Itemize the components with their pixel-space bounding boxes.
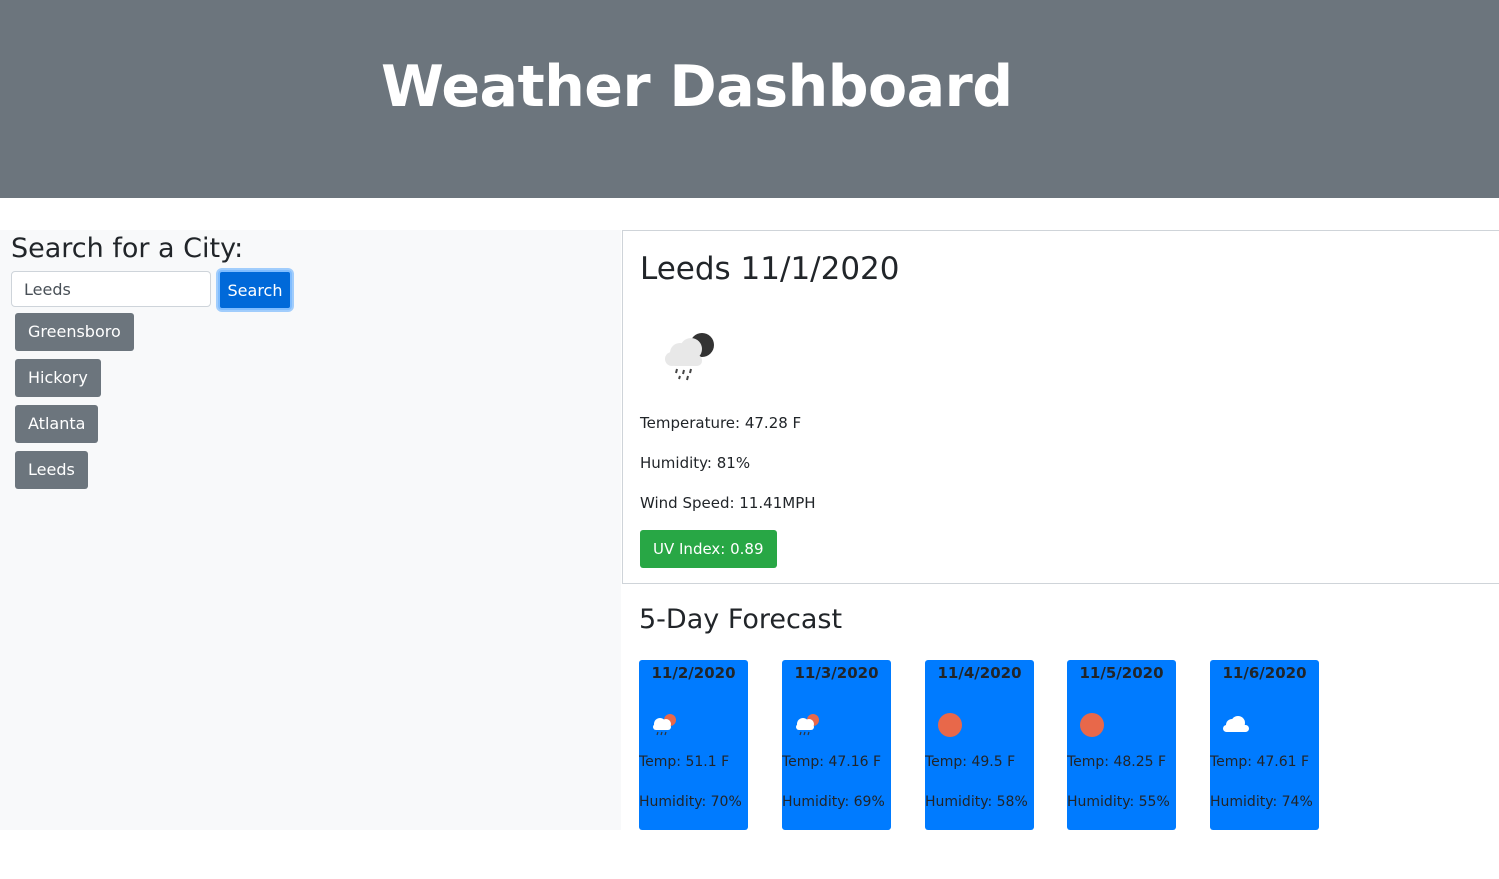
forecast-temp: Temp: 49.5 F xyxy=(925,754,1016,770)
uv-index-badge: UV Index: 0.89 xyxy=(640,530,777,568)
forecast-title: 5-Day Forecast xyxy=(639,604,843,635)
forecast-date: 11/4/2020 xyxy=(937,664,1022,682)
forecast-date: 11/3/2020 xyxy=(794,664,879,682)
forecast-humidity: Humidity: 58% xyxy=(925,794,1028,810)
sun-icon xyxy=(1080,713,1104,737)
current-wind-speed: Wind Speed: 11.41MPH xyxy=(640,494,816,512)
forecast-humidity: Humidity: 69% xyxy=(782,794,885,810)
forecast-temp: Temp: 48.25 F xyxy=(1067,754,1167,770)
history-city-button[interactable]: Hickory xyxy=(15,359,101,397)
current-humidity: Humidity: 81% xyxy=(640,454,751,472)
history-city-button[interactable]: Greensboro xyxy=(15,313,134,351)
forecast-date: 11/2/2020 xyxy=(651,664,736,682)
forecast-date: 11/5/2020 xyxy=(1079,664,1164,682)
cloud-rain-moon-icon xyxy=(665,333,714,381)
forecast-humidity: Humidity: 74% xyxy=(1210,794,1313,810)
search-button[interactable]: Search xyxy=(218,270,292,310)
cloud-rain-sun-icon xyxy=(796,714,819,736)
page-title: Weather Dashboard xyxy=(381,54,1013,120)
sun-icon xyxy=(938,713,962,737)
cloud-rain-sun-icon xyxy=(653,714,676,736)
forecast-humidity: Humidity: 55% xyxy=(1067,794,1170,810)
current-temperature: Temperature: 47.28 F xyxy=(640,414,802,432)
current-weather-card: Leeds 11/1/2020 Temperature: 47.28 F Hum… xyxy=(622,230,1499,584)
cloud-icon xyxy=(1223,716,1249,732)
page-header: Weather Dashboard xyxy=(0,0,1499,198)
forecast-humidity: Humidity: 70% xyxy=(639,794,742,810)
forecast-card: 11/6/2020 Temp: 47.61 F Humidity: 74% xyxy=(1210,660,1319,830)
search-sidebar: Search for a City: Search Greensboro Hic… xyxy=(0,230,621,830)
forecast-card: 11/2/2020 Temp: 51.1 F Humidity: 70% xyxy=(639,660,748,830)
history-city-button[interactable]: Leeds xyxy=(15,451,88,489)
current-city-date: Leeds 11/1/2020 xyxy=(640,251,900,287)
history-city-button[interactable]: Atlanta xyxy=(15,405,99,443)
forecast-temp: Temp: 47.16 F xyxy=(782,754,882,770)
forecast-card: 11/3/2020 Temp: 47.16 F Humidity: 69% xyxy=(782,660,891,830)
forecast-date: 11/6/2020 xyxy=(1222,664,1307,682)
forecast-card: 11/5/2020 Temp: 48.25 F Humidity: 55% xyxy=(1067,660,1176,830)
city-search-input[interactable] xyxy=(11,271,211,307)
forecast-card: 11/4/2020 Temp: 49.5 F Humidity: 58% xyxy=(925,660,1034,830)
forecast-temp: Temp: 51.1 F xyxy=(639,754,730,770)
search-title: Search for a City: xyxy=(11,233,244,264)
forecast-temp: Temp: 47.61 F xyxy=(1210,754,1310,770)
